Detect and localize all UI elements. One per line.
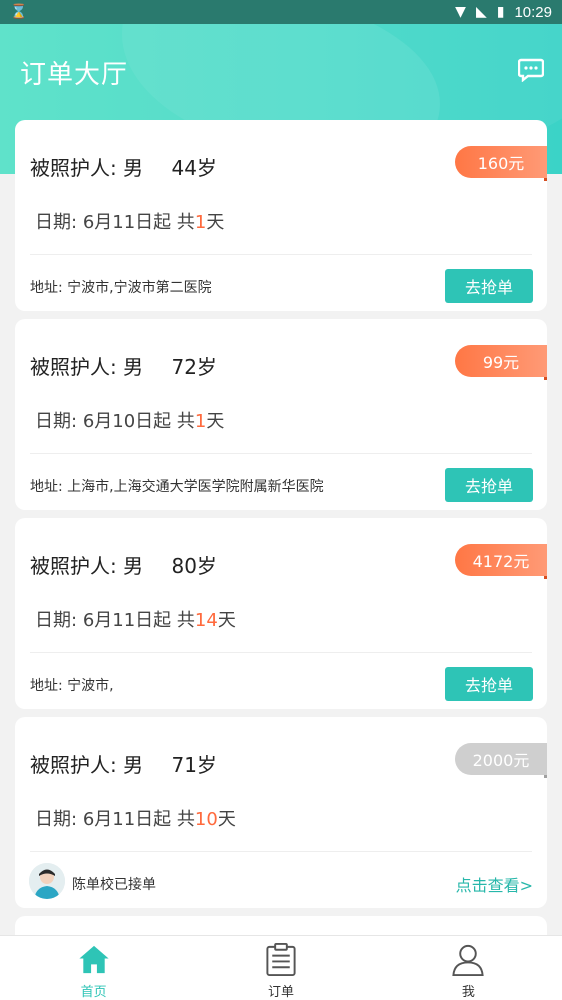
divider: [30, 652, 532, 653]
grab-order-button[interactable]: 去抢单: [445, 269, 533, 303]
clipboard-icon: [266, 942, 296, 977]
grab-order-button[interactable]: 去抢单: [445, 468, 533, 502]
divider: [30, 851, 532, 852]
order-address: 地址: 宁波市,宁波市第二医院: [30, 280, 212, 296]
order-card[interactable]: 被照护人: 男 44岁 160元 日期: 6月11日起 共1天 地址: 宁波市,…: [15, 120, 547, 311]
signal-icon: ◣: [475, 4, 487, 20]
order-date: 日期: 6月11日起 共14天: [35, 610, 236, 631]
tab-label: 首页: [80, 985, 107, 1000]
wifi-icon: ▼: [455, 4, 466, 20]
tab-label: 订单: [267, 985, 294, 1000]
patient-info: 被照护人: 男 44岁: [30, 156, 217, 180]
price-badge: 160元: [455, 146, 547, 181]
accepted-status: 陈单校已接单: [72, 877, 156, 893]
divider: [30, 453, 532, 454]
user-icon: [452, 944, 484, 977]
battery-icon: ▮: [496, 4, 505, 20]
status-time: 10:29: [514, 3, 552, 21]
order-date: 日期: 6月11日起 共10天: [35, 809, 236, 830]
order-card[interactable]: 被照护人: 男 71岁 2000元 日期: 6月11日起 共10天 陈单校已接单…: [15, 717, 547, 908]
price-badge: 99元: [455, 345, 547, 380]
tab-orders[interactable]: 订单: [187, 936, 374, 1000]
order-address: 地址: 宁波市,: [30, 678, 114, 694]
order-address: 地址: 上海市,上海交通大学医学院附属新华医院: [30, 479, 324, 495]
divider: [30, 254, 532, 255]
page-title: 订单大厅: [20, 60, 129, 90]
order-list: 被照护人: 男 44岁 160元 日期: 6月11日起 共1天 地址: 宁波市,…: [15, 120, 547, 954]
patient-info: 被照护人: 男 80岁: [30, 554, 217, 578]
hourglass-icon: ⌛: [10, 4, 28, 20]
order-date: 日期: 6月10日起 共1天: [35, 411, 225, 432]
order-card[interactable]: 被照护人: 男 72岁 99元 日期: 6月10日起 共1天 地址: 上海市,上…: [15, 319, 547, 510]
order-date: 日期: 6月11日起 共1天: [35, 212, 225, 233]
view-details-link[interactable]: 点击查看>: [456, 872, 533, 896]
order-card[interactable]: 被照护人: 男 80岁 4172元 日期: 6月11日起 共14天 地址: 宁波…: [15, 518, 547, 709]
grab-order-button[interactable]: 去抢单: [445, 667, 533, 701]
status-bar: ⌛ ▼ ◣ ▮ 10:29: [0, 0, 562, 24]
patient-info: 被照护人: 男 71岁: [30, 753, 217, 777]
tab-label: 我: [461, 985, 475, 1000]
tab-me[interactable]: 我: [375, 936, 562, 1000]
patient-info: 被照护人: 男 72岁: [30, 355, 217, 379]
avatar: [29, 863, 65, 899]
tab-home[interactable]: 首页: [0, 936, 187, 1000]
price-badge: 4172元: [455, 544, 547, 579]
home-icon: [79, 945, 109, 974]
price-badge: 2000元: [455, 743, 547, 778]
bottom-tab-bar: 首页 订单 我: [0, 935, 562, 1000]
message-icon[interactable]: [518, 58, 544, 82]
